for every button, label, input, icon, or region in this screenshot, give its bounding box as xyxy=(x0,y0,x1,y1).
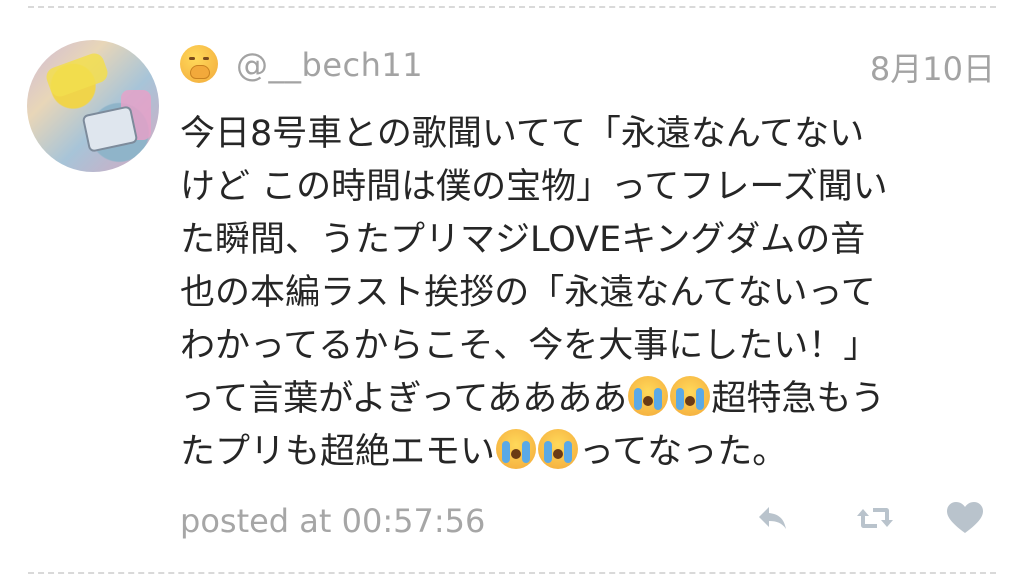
bottom-divider xyxy=(28,572,996,574)
heart-icon[interactable] xyxy=(945,498,985,538)
username[interactable]: @__bech11 xyxy=(236,46,423,84)
face-with-hand-over-mouth-icon xyxy=(180,45,218,83)
tweet-text: 今日8号車との歌聞いてて「永遠なんてない けど この時間は僕の宝物」ってフレーズ… xyxy=(180,108,1010,479)
tweet-line: けど この時間は僕の宝物」ってフレーズ聞い xyxy=(180,167,888,207)
tweet-footer: posted at 00:57:56 xyxy=(180,498,1000,548)
loudly-crying-face-icon xyxy=(538,429,579,469)
posted-timestamp: posted at 00:57:56 xyxy=(180,502,486,540)
tweet-line: た瞬間、うたプリマジLOVEキングダムの音 xyxy=(180,220,866,260)
loudly-crying-face-icon xyxy=(628,376,669,416)
retweet-icon[interactable] xyxy=(855,498,895,538)
tweet-date[interactable]: 8月10日 xyxy=(870,44,995,90)
avatar[interactable] xyxy=(27,40,159,172)
tweet-header: @__bech11 8月10日 xyxy=(180,40,995,90)
tweet-line: 今日8号車との歌聞いてて「永遠なんてない xyxy=(180,114,865,154)
tweet-line: 也の本編ラスト挨拶の「永遠なんてないって xyxy=(180,273,876,313)
tweet-line: わかってるからこそ、今を大事にしたい！」 xyxy=(180,326,879,366)
reply-icon[interactable] xyxy=(752,498,792,538)
loudly-crying-face-icon xyxy=(496,429,537,469)
tweet-line: たプリも超絶エモい ってなった。 xyxy=(180,426,1010,479)
tweet-line: って言葉がよぎってああああ 超特急もう xyxy=(180,373,1010,426)
loudly-crying-face-icon xyxy=(670,376,711,416)
top-divider xyxy=(28,6,996,8)
